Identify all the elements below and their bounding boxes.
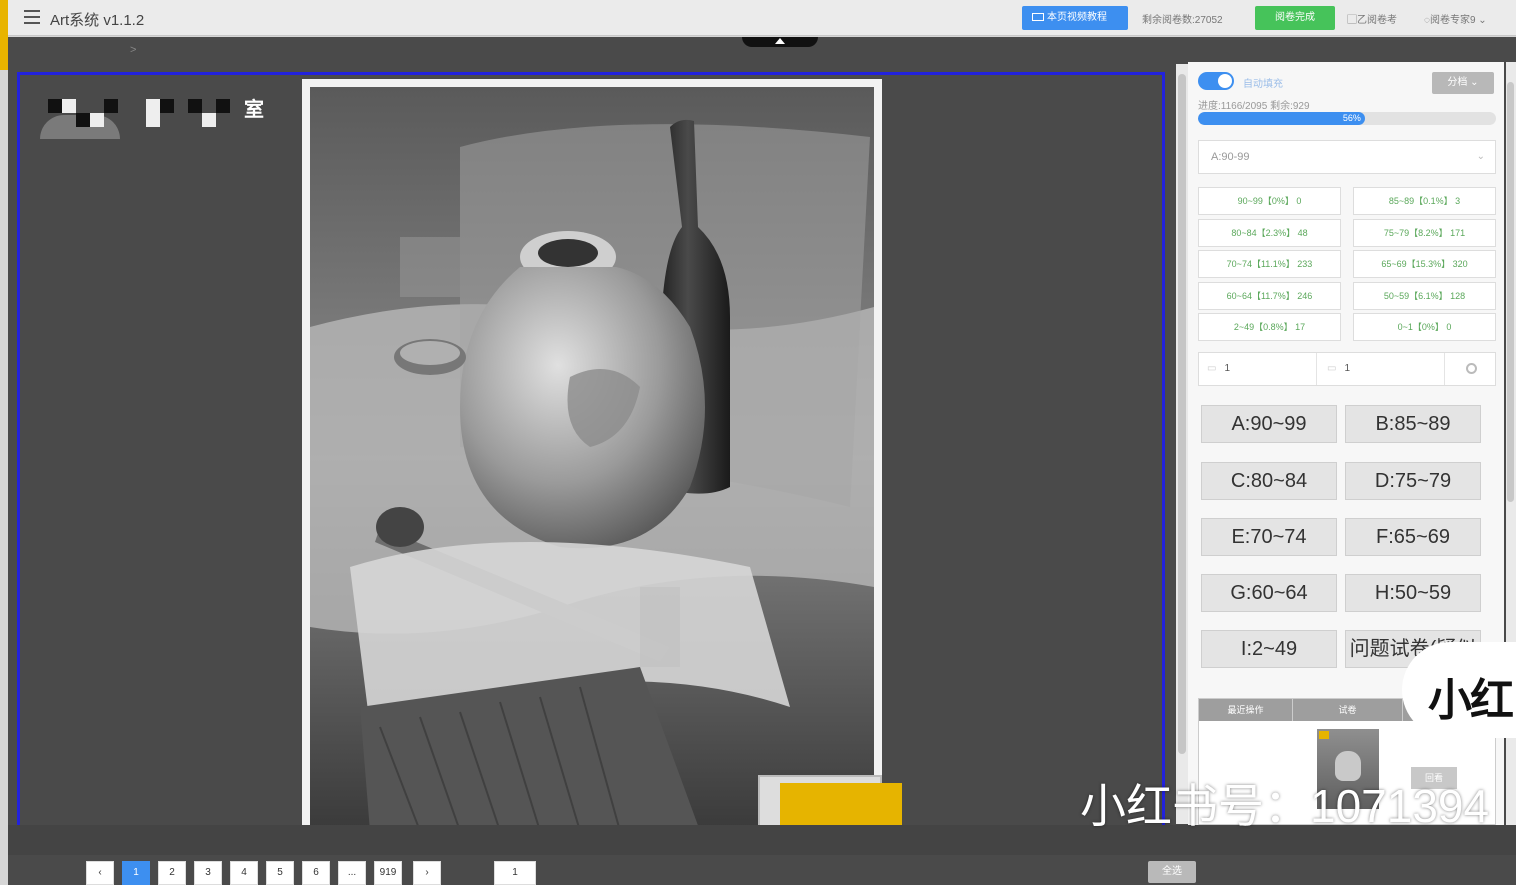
school-name-redacted: 室 bbox=[48, 93, 278, 127]
grade-button[interactable]: F:65~69 bbox=[1345, 518, 1481, 556]
paper-header: 试卷 bbox=[1293, 699, 1403, 721]
paper-stamp bbox=[758, 775, 902, 825]
grade-button[interactable]: D:75~79 bbox=[1345, 462, 1481, 500]
collapse-toggle[interactable] bbox=[742, 37, 818, 47]
settings-icon[interactable] bbox=[1466, 363, 1477, 374]
app-title: Art系统 v1.1.2 bbox=[50, 12, 145, 29]
grade-button[interactable]: I:2~49 bbox=[1201, 630, 1337, 668]
finish-grading-button[interactable]: 阅卷完成 bbox=[1255, 6, 1335, 30]
page-button[interactable]: ... bbox=[338, 861, 366, 885]
grade-select[interactable]: A:90-99 ⌄ bbox=[1198, 140, 1496, 174]
score-distribution-cell[interactable]: 80~84【2.3%】 48 bbox=[1198, 219, 1341, 247]
progress-text: 进度:1166/2095 剩余:929 bbox=[1198, 101, 1310, 112]
auto-fill-toggle[interactable] bbox=[1198, 72, 1234, 90]
video-camera-icon bbox=[1032, 13, 1044, 21]
page-button[interactable]: 4 bbox=[230, 861, 258, 885]
page-button[interactable]: 6 bbox=[302, 861, 330, 885]
column-input[interactable]: ▭ 1 bbox=[1319, 353, 1445, 385]
score-distribution-cell[interactable]: 70~74【11.1%】 233 bbox=[1198, 250, 1341, 278]
page-button[interactable]: 3 bbox=[194, 861, 222, 885]
left-accent-bar bbox=[0, 0, 8, 70]
score-distribution-cell[interactable]: 65~69【15.3%】 320 bbox=[1353, 250, 1496, 278]
select-all-button[interactable]: 全选 bbox=[1148, 861, 1196, 883]
score-distribution-cell[interactable]: 60~64【11.7%】 246 bbox=[1198, 282, 1341, 310]
breadcrumb: > bbox=[130, 44, 137, 56]
auto-fill-label: 自动填充 bbox=[1243, 79, 1283, 90]
score-distribution-cell[interactable]: 50~59【6.1%】 128 bbox=[1353, 282, 1496, 310]
top-bar: Art系统 v1.1.2 本页视频教程 剩余阅卷数:27052 阅卷完成 ▢乙阅… bbox=[0, 0, 1516, 36]
grade-button[interactable]: E:70~74 bbox=[1201, 518, 1337, 556]
student-drawing bbox=[302, 79, 882, 825]
sort-dropdown-button[interactable]: 分档 ⌄ bbox=[1432, 72, 1494, 94]
score-distribution-cell[interactable]: 2~49【0.8%】 17 bbox=[1198, 313, 1341, 341]
page-button[interactable]: 919 bbox=[374, 861, 402, 885]
score-distribution-cell[interactable]: 90~99【0%】 0 bbox=[1198, 187, 1341, 215]
page-button[interactable]: › bbox=[413, 861, 441, 885]
remaining-count: 剩余阅卷数:27052 bbox=[1142, 15, 1223, 26]
watermark-text: 小红书号：1071394 bbox=[1080, 780, 1490, 832]
watermark-logo: 小红 bbox=[1428, 676, 1514, 725]
paper-viewer[interactable]: 室 bbox=[17, 72, 1165, 825]
still-life-sketch bbox=[310, 87, 874, 825]
grade-button[interactable]: H:50~59 bbox=[1345, 574, 1481, 612]
grade-button[interactable]: C:80~84 bbox=[1201, 462, 1337, 500]
goto-page-input[interactable]: 1 bbox=[494, 861, 536, 885]
user-menu[interactable]: ◌阅卷专家9 ⌄ bbox=[1424, 11, 1487, 26]
grade-button[interactable]: A:90~99 bbox=[1201, 405, 1337, 443]
viewer-scrollbar[interactable] bbox=[1176, 64, 1188, 824]
row-input[interactable]: ▭ 1 bbox=[1199, 353, 1317, 385]
grade-button[interactable]: B:85~89 bbox=[1345, 405, 1481, 443]
grade-button[interactable]: G:60~64 bbox=[1201, 574, 1337, 612]
recent-ops-header: 最近操作 bbox=[1199, 699, 1293, 721]
score-distribution-cell[interactable]: 75~79【8.2%】 171 bbox=[1353, 219, 1496, 247]
progress-bar: 56% bbox=[1198, 112, 1496, 125]
page-button[interactable]: 1 bbox=[122, 861, 150, 885]
menu-icon[interactable] bbox=[24, 10, 40, 24]
page-button[interactable]: 5 bbox=[266, 861, 294, 885]
chevron-down-icon: ⌄ bbox=[1476, 151, 1485, 162]
score-distribution-cell[interactable]: 85~89【0.1%】 3 bbox=[1353, 187, 1496, 215]
page-button[interactable]: 2 bbox=[158, 861, 186, 885]
position-inputs: ▭ 1 ▭ 1 bbox=[1198, 352, 1496, 386]
center-link[interactable]: ▢乙阅卷考 bbox=[1347, 11, 1397, 26]
video-tutorial-button[interactable]: 本页视频教程 bbox=[1022, 6, 1128, 30]
score-distribution-cell[interactable]: 0~1【0%】 0 bbox=[1353, 313, 1496, 341]
page-button[interactable]: ‹ bbox=[86, 861, 114, 885]
